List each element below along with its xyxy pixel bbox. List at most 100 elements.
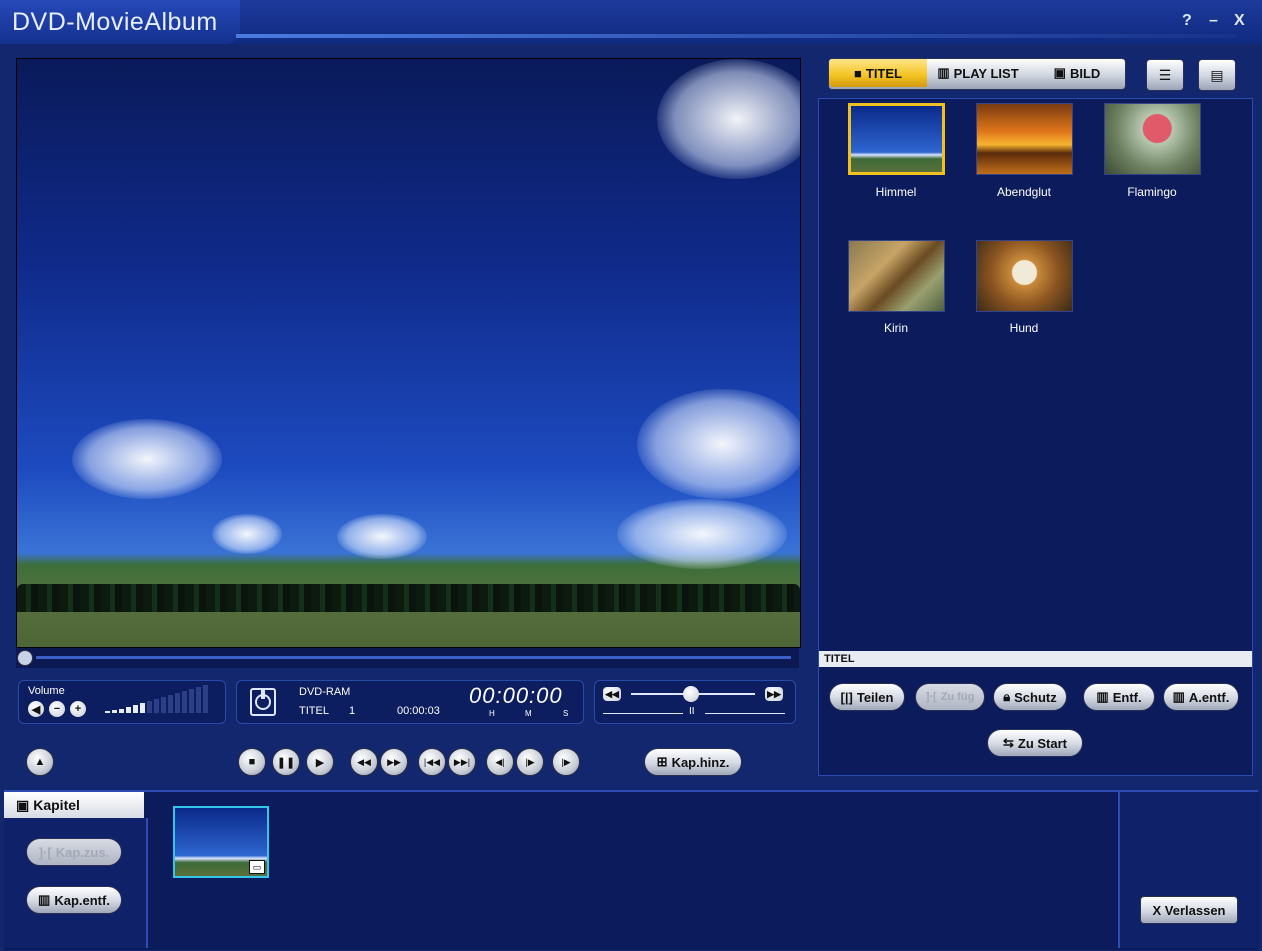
chapter-icon: ▣ (16, 796, 30, 813)
schutz-button[interactable]: 🔒︎ Schutz (993, 683, 1067, 711)
delete-all-icon: ▥ (1172, 689, 1185, 704)
eject-button[interactable]: ▲ (26, 748, 54, 776)
stop-button[interactable]: ■ (238, 748, 266, 776)
thumbnail-flamingo[interactable] (1104, 103, 1201, 175)
kap-entf-button[interactable]: ▥ Kap.entf. (26, 886, 122, 914)
pause-button[interactable]: ❚❚ (272, 748, 300, 776)
chapter-actions-column: ]·[Kap.zus. ▥ Kap.entf. (4, 818, 148, 948)
timecode-display: 00:00:00 (469, 683, 563, 708)
slow-play-button[interactable]: |▶ (552, 748, 580, 776)
thumbnail-label: Hund (1009, 321, 1039, 335)
seek-knob[interactable] (17, 650, 33, 666)
zu-fueg-button[interactable]: ]·[Zu füg (915, 683, 985, 711)
join-icon: ]·[ (925, 691, 937, 703)
cloud-shape (637, 389, 800, 499)
disc-type: DVD-RAM (299, 686, 351, 698)
disc-icon (250, 688, 276, 716)
speed-panel: ◀◀ ▶▶ II (594, 680, 796, 724)
tab-bild[interactable]: ▣ BILD (1029, 59, 1125, 87)
chapter-thumbnail[interactable]: ▭ (173, 806, 269, 878)
cloud-shape (212, 514, 282, 554)
tab-titel[interactable]: ■ TITEL (829, 59, 927, 87)
fast-forward-button[interactable]: ▶▶ (380, 748, 408, 776)
a-entf-label: A.entf. (1188, 689, 1230, 705)
cloud-shape (617, 499, 787, 569)
entf-button[interactable]: ▥ Entf. (1083, 683, 1155, 711)
pause-mark: II (689, 706, 695, 717)
kap-zus-label: Kap.zus. (55, 844, 110, 860)
schutz-label: Schutz (1014, 689, 1057, 705)
play-button[interactable]: ▶ (306, 748, 334, 776)
teilen-label: Teilen (856, 689, 894, 705)
title-bar: DVD-MovieAlbum ? – X (0, 0, 1262, 44)
thumbnail-kirin[interactable] (848, 240, 945, 312)
cloud-shape (337, 514, 427, 559)
view-tab-group: ■ TITEL ▥ PLAY LIST ▣ BILD (828, 58, 1126, 90)
picture-icon: ▣ (1053, 65, 1066, 80)
chapter-mark-icon: ▭ (249, 860, 265, 874)
speed-knob[interactable] (683, 686, 699, 702)
tab-bild-label: BILD (1069, 65, 1101, 81)
add-chapter-button[interactable]: ⊞ Kap.hinz. (644, 748, 742, 776)
volume-down-icon[interactable]: − (49, 701, 65, 717)
thumbnail-hund[interactable] (976, 240, 1073, 312)
unit-hours: H (489, 709, 495, 718)
a-entf-button[interactable]: ▥ A.entf. (1163, 683, 1239, 711)
slow-forward-icon[interactable]: ▶▶ (765, 687, 783, 701)
list-view-icon[interactable]: ☰ (1146, 59, 1184, 91)
video-preview (16, 58, 801, 648)
title-underline (236, 34, 1236, 38)
split-icon: [|] (840, 689, 853, 705)
kapitel-tab[interactable]: ▣ Kapitel (4, 792, 144, 818)
cloud-shape (72, 419, 222, 499)
exit-column: X Verlassen (1118, 792, 1260, 948)
thumbnail-label: Abendglut (996, 185, 1052, 199)
volume-up-icon[interactable]: + (70, 701, 86, 717)
volume-level-meter (105, 685, 208, 713)
volume-label: Volume (28, 685, 65, 697)
frame-forward-button[interactable]: |▶ (516, 748, 544, 776)
close-button[interactable]: X (1234, 12, 1245, 30)
speed-scale-right (705, 713, 785, 714)
previous-chapter-button[interactable]: |◀◀ (418, 748, 446, 776)
movie-camera-icon: ■ (854, 65, 862, 81)
thumbnail-label: Kirin (883, 321, 908, 335)
unit-seconds: S (563, 709, 569, 718)
chapter-join-icon: ]·[ (38, 844, 52, 860)
thumbnail-himmel[interactable] (848, 103, 945, 175)
speed-scale-left (603, 713, 683, 714)
playlist-icon: ▥ (937, 65, 950, 80)
thumbnail-abendglut[interactable] (976, 103, 1073, 175)
frame-back-button[interactable]: ◀| (486, 748, 514, 776)
volume-panel: Volume ◀ − + (18, 680, 226, 724)
kap-entf-label: Kap.entf. (54, 892, 110, 908)
thumbnail-grid: Himmel Abendglut Flamingo Kirin Hund (819, 99, 1252, 647)
detail-view-icon[interactable]: ▤ (1198, 59, 1236, 91)
rewind-button[interactable]: ◀◀ (350, 748, 378, 776)
verlassen-button[interactable]: X Verlassen (1140, 896, 1238, 924)
zu-start-button[interactable]: ⇆ Zu Start (987, 729, 1083, 757)
app-window: DVD-MovieAlbum ? – X Volume ◀ − + DVD-RA… (0, 0, 1262, 951)
add-chapter-icon: ⊞ (656, 754, 668, 769)
seek-track (36, 656, 791, 659)
tab-playlist[interactable]: ▥ PLAY LIST (929, 59, 1027, 87)
slow-rewind-icon[interactable]: ◀◀ (603, 687, 621, 701)
zu-fueg-label: Zu füg (940, 691, 975, 703)
next-chapter-button[interactable]: ▶▶| (448, 748, 476, 776)
kapitel-label: Kapitel (33, 797, 80, 813)
cloud-shape (657, 59, 800, 179)
help-button[interactable]: ? (1182, 12, 1192, 30)
kap-zus-button[interactable]: ]·[Kap.zus. (26, 838, 122, 866)
seek-bar[interactable] (16, 648, 799, 668)
mute-icon[interactable]: ◀ (28, 701, 44, 717)
tab-titel-label: TITEL (865, 65, 902, 81)
palm-tree-line (17, 584, 800, 612)
zu-start-label: Zu Start (1017, 735, 1068, 751)
unit-minutes: M (525, 709, 532, 718)
titel-label: TITEL (299, 705, 329, 717)
app-title: DVD-MovieAlbum (12, 8, 218, 36)
titel-number: 1 (349, 705, 356, 717)
to-start-icon: ⇆ (1002, 735, 1014, 750)
minimize-button[interactable]: – (1209, 12, 1218, 30)
teilen-button[interactable]: [|] Teilen (829, 683, 905, 711)
